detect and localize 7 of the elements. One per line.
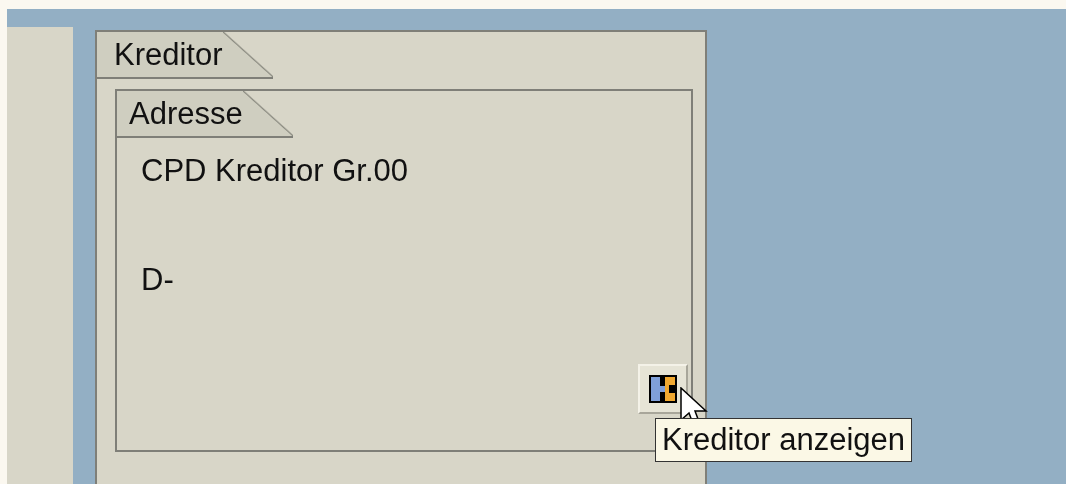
- tooltip: Kreditor anzeigen: [655, 418, 912, 462]
- structure-icon: [648, 374, 678, 404]
- address-line: D-: [141, 262, 175, 298]
- address-title: Adresse: [117, 91, 293, 138]
- group-title: Kreditor: [97, 32, 273, 79]
- display-button[interactable]: [638, 364, 688, 414]
- address-line: CPD Kreditor Gr.00: [141, 153, 410, 189]
